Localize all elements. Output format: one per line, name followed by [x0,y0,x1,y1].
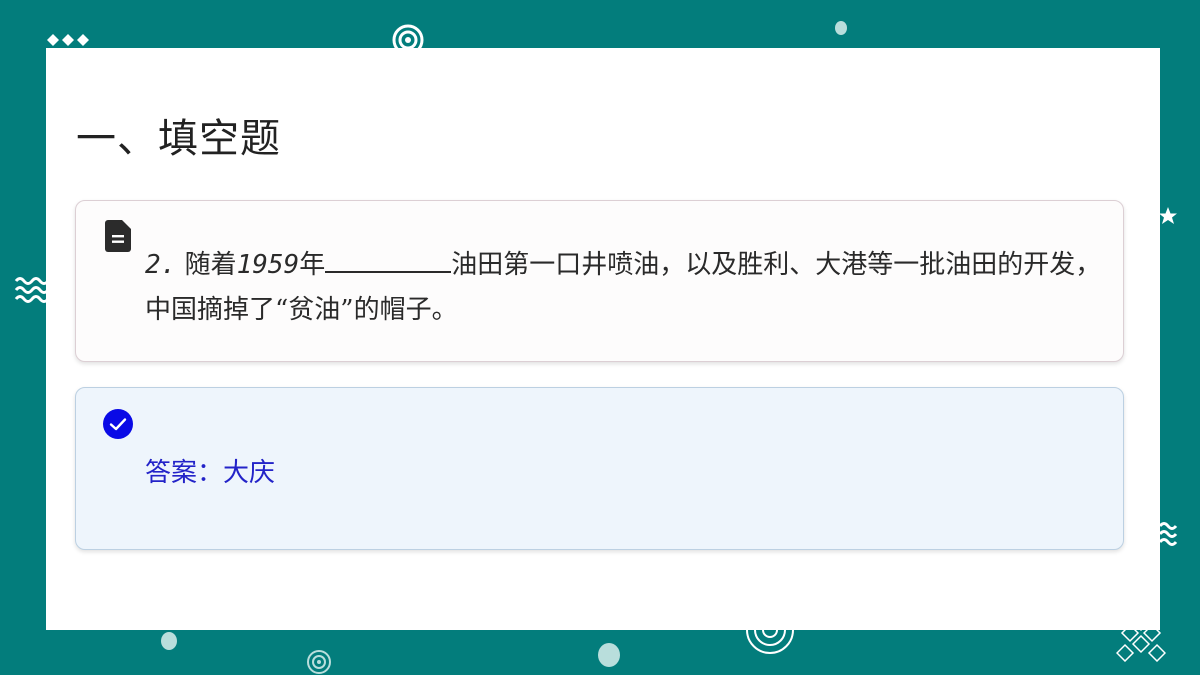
question-text-part: 年 [299,250,326,280]
question-text-part: 随着 [184,250,237,280]
question-number: 2. [145,250,177,280]
question-year: 1959 [236,250,300,280]
answer-blank [325,241,452,273]
question-text: 2. 随着1959年 油田第一口井喷油，以及胜利、大港等一批油田的开发，中国摘掉了… [145,241,1105,333]
question-card: 2. 随着1959年 油田第一口井喷油，以及胜利、大港等一批油田的开发，中国摘掉了… [75,200,1124,362]
spiral-decoration [746,629,794,654]
dot-decoration [598,643,620,667]
document-icon [105,220,131,252]
star-decoration [1159,207,1177,224]
diamonds-decoration [47,34,89,46]
dot-decoration [161,632,177,650]
answer-card: 答案：大庆 [75,387,1124,550]
slide-background: { "slide": { "title": "一、填空题" }, "questi… [0,0,1200,675]
page-title: 一、填空题 [76,116,281,162]
wave-decoration [14,277,48,303]
answer-text: 答案：大庆 [145,458,276,488]
dot-decoration [835,21,847,35]
check-circle-icon [103,409,133,439]
wave-decoration [1158,522,1178,546]
spiral-decoration [307,650,331,674]
slide-content: 一、填空题 2. 随着1959年 油田第一口井喷油，以及胜利、大港等一批油田的开发… [46,48,1160,630]
